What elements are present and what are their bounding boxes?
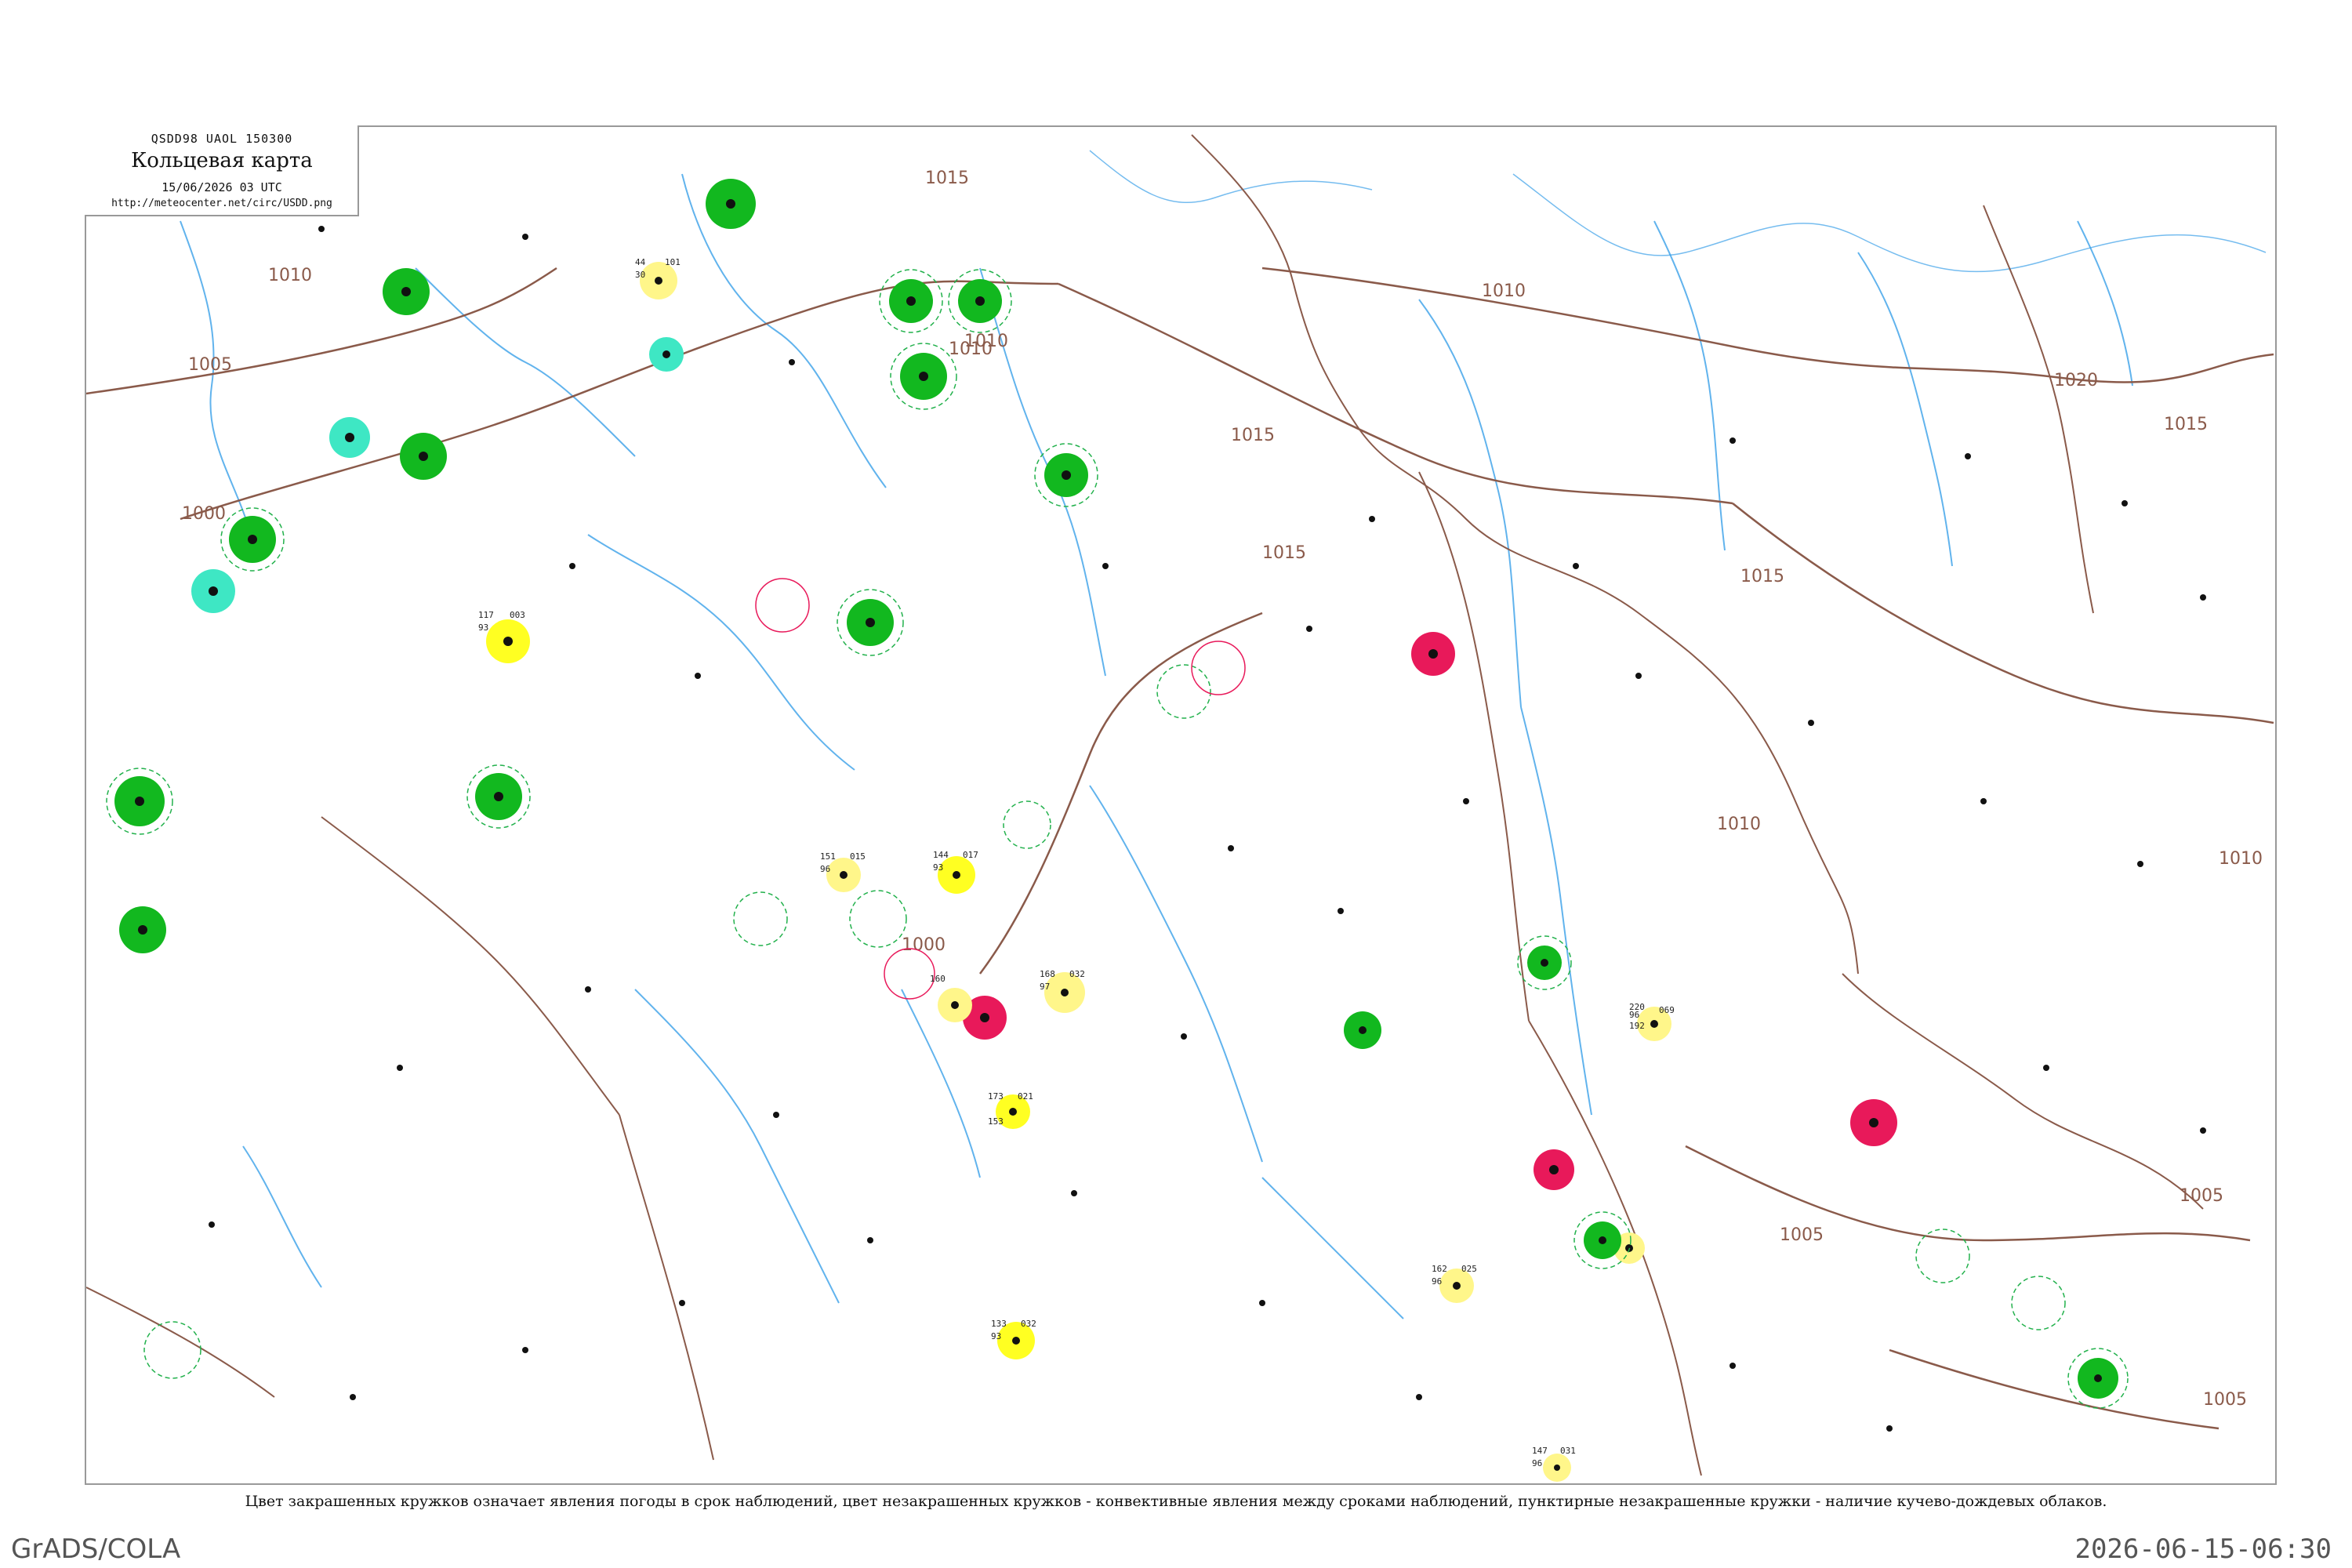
station-marker — [114, 776, 165, 826]
station-dots — [209, 226, 2206, 1432]
station-marker — [826, 858, 861, 892]
station-value: 032 — [1021, 1319, 1036, 1329]
station-temp: 117 — [478, 610, 494, 620]
station-value: 101 — [665, 257, 681, 267]
station-marker — [119, 906, 166, 953]
station-marker — [329, 417, 370, 458]
station-marker — [383, 268, 430, 315]
station-value: 96 — [1432, 1276, 1442, 1287]
conv-rings — [755, 578, 1246, 1000]
isobar-label: 1020 — [2054, 371, 2098, 390]
station-marker — [400, 433, 447, 480]
isobar-label: 1015 — [1262, 543, 1306, 563]
station-marker — [1534, 1149, 1574, 1190]
station-value: 032 — [1069, 969, 1085, 979]
station-value: 017 — [963, 850, 978, 860]
isobar-label: 1010 — [268, 266, 312, 285]
station-marker — [1584, 1221, 1621, 1259]
source-url: http://meteocenter.net/circ/USDD.png — [111, 198, 332, 209]
station-temp: 160 — [930, 974, 946, 984]
station-temp: 144 — [933, 850, 949, 860]
station-value: 93 — [478, 622, 488, 633]
isobar-label: 1015 — [925, 169, 969, 188]
station-marker — [2078, 1358, 2118, 1399]
isobar-label: 1010 — [1717, 815, 1761, 834]
station-value: 025 — [1461, 1264, 1477, 1274]
station-temp: 133 — [991, 1319, 1007, 1329]
isobar-label: 1015 — [1740, 567, 1784, 586]
isobar-label: 1005 — [1780, 1225, 1824, 1245]
station-value: 021 — [1018, 1091, 1033, 1102]
station-marker — [889, 279, 933, 323]
isobar-label: 1000 — [902, 935, 946, 955]
station-temp: 168 — [1040, 969, 1055, 979]
station-marker — [1850, 1099, 1897, 1146]
borders — [86, 134, 2204, 1476]
station-marker — [229, 516, 276, 563]
isobar-label: 1015 — [2164, 415, 2208, 434]
station-marker — [649, 337, 684, 372]
isobar-label: 1010 — [1482, 281, 1526, 301]
map-canvas: 1010 1005 1000 1015 1010 1000 1015 1015 … — [86, 134, 2274, 1482]
station-marker — [1344, 1011, 1381, 1049]
station-temp: 220 — [1629, 1002, 1645, 1012]
footer-software: GrADS/COLA — [11, 1534, 181, 1565]
station-marker — [191, 569, 235, 613]
station-marker — [900, 353, 947, 400]
station-value: 93 — [933, 862, 943, 873]
isobar-label: 1010 — [964, 332, 1008, 351]
station-marker — [706, 179, 756, 229]
station-value: 069 — [1659, 1005, 1675, 1015]
station-value: 96 — [1532, 1458, 1542, 1468]
map-title: Кольцевая карта — [131, 149, 313, 172]
isobar-label: 1005 — [2180, 1186, 2223, 1206]
station-value: 031 — [1560, 1446, 1576, 1456]
station-value: 003 — [510, 610, 525, 620]
bulletin-code: QSDD98 UAOL 150300 — [151, 132, 293, 146]
rivers — [180, 173, 2133, 1319]
station-temp: 173 — [988, 1091, 1004, 1102]
station-value: 015 — [850, 851, 866, 862]
station-value: 153 — [988, 1116, 1004, 1127]
isobar-label: 1000 — [182, 504, 226, 524]
legend-caption: Цвет закрашенных кружков означает явлени… — [245, 1493, 2107, 1510]
isobar-label: 1015 — [1231, 426, 1275, 445]
station-temp: 192 — [1629, 1021, 1645, 1031]
station-marker — [486, 619, 530, 663]
station-temp: 44 — [635, 257, 646, 267]
station-marker — [958, 279, 1002, 323]
isobar-label: 1005 — [2203, 1390, 2247, 1410]
station-value: 30 — [635, 270, 645, 280]
map-frame: 1010 1005 1000 1015 1010 1000 1015 1015 … — [85, 125, 2277, 1485]
station-marker — [1044, 453, 1088, 497]
station-markers — [114, 179, 2118, 1482]
isobar-label: 1010 — [2219, 849, 2263, 869]
station-marker — [1543, 1454, 1571, 1482]
station-temp: 162 — [1432, 1264, 1447, 1274]
station-marker — [640, 262, 677, 299]
station-marker — [1527, 946, 1562, 980]
station-temp: 151 — [820, 851, 836, 862]
station-value: 97 — [1040, 982, 1050, 992]
coastline — [1089, 150, 2267, 273]
station-temp: 147 — [1532, 1446, 1548, 1456]
station-marker — [847, 599, 894, 646]
station-value: 93 — [991, 1331, 1001, 1341]
station-marker — [1411, 632, 1455, 676]
isobar-label: 1005 — [188, 355, 232, 375]
station-marker — [938, 988, 972, 1022]
station-marker — [475, 773, 522, 820]
map-title-box: QSDD98 UAOL 150300 Кольцевая карта 15/06… — [85, 125, 359, 216]
footer-timestamp: 2026-06-15-06:30 — [2074, 1534, 2332, 1565]
station-value: 96 — [820, 864, 830, 874]
observation-datetime: 15/06/2026 03 UTC — [162, 180, 282, 194]
